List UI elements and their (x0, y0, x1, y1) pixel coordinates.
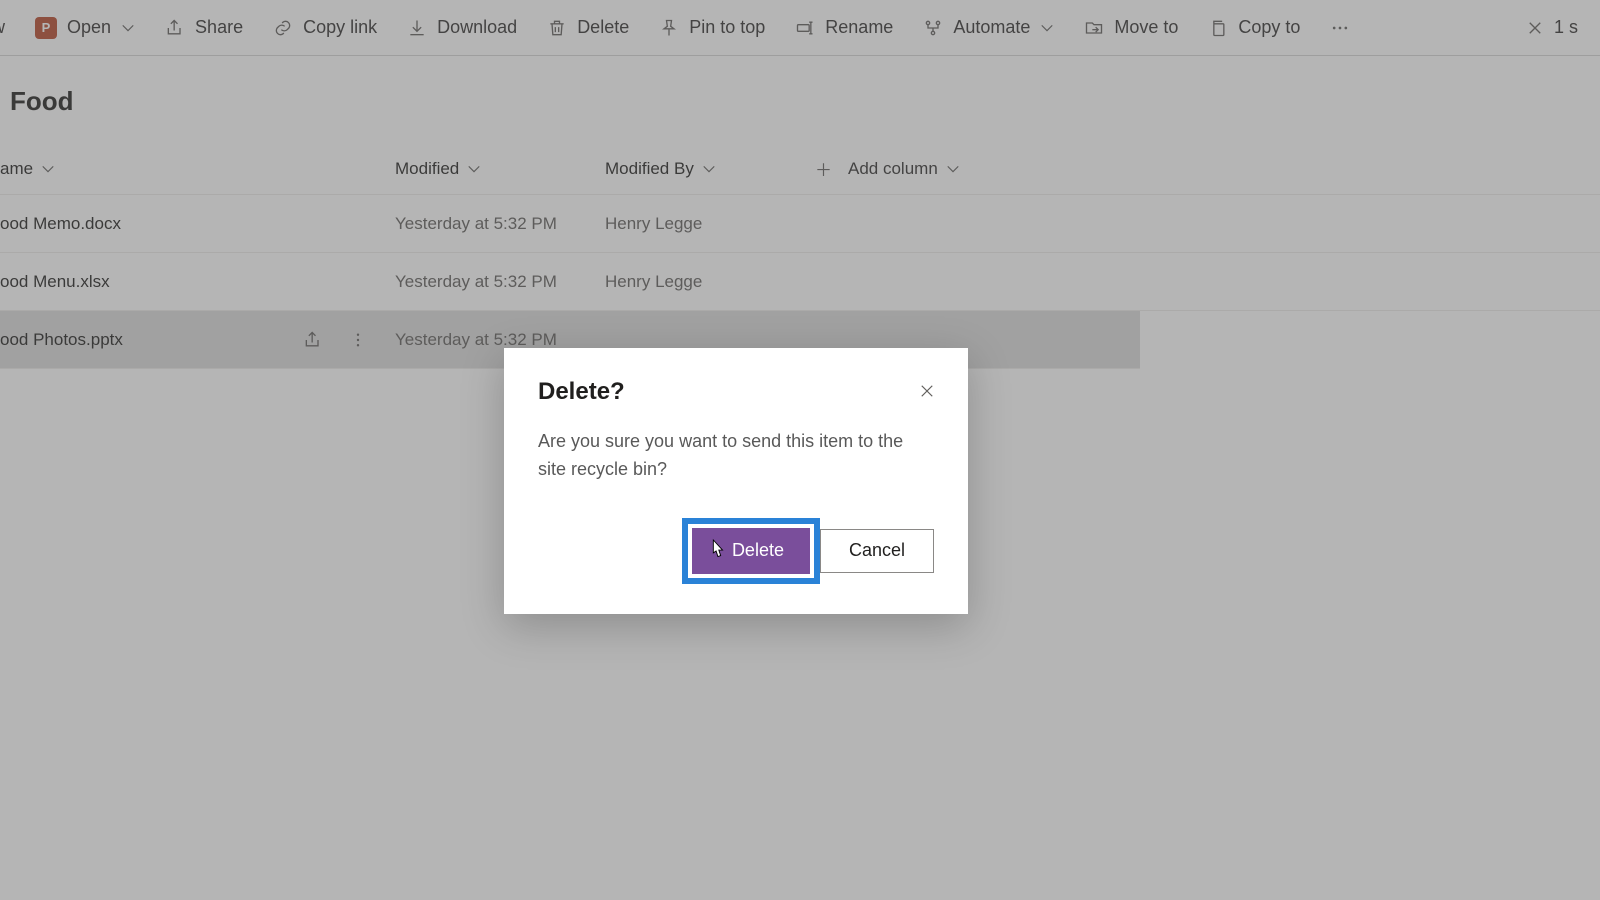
pointer-cursor-icon (706, 538, 728, 564)
dialog-close-button[interactable] (916, 380, 938, 402)
tutorial-highlight-box: Delete (682, 518, 820, 584)
dialog-confirm-button[interactable]: Delete (692, 528, 810, 574)
dialog-confirm-label: Delete (732, 540, 784, 561)
dialog-body-text: Are you sure you want to send this item … (538, 428, 934, 484)
delete-dialog: Delete? Are you sure you want to send th… (504, 348, 968, 614)
dialog-cancel-button[interactable]: Cancel (820, 529, 934, 573)
dialog-actions: Delete Cancel (538, 518, 934, 584)
dialog-title: Delete? (538, 378, 625, 406)
